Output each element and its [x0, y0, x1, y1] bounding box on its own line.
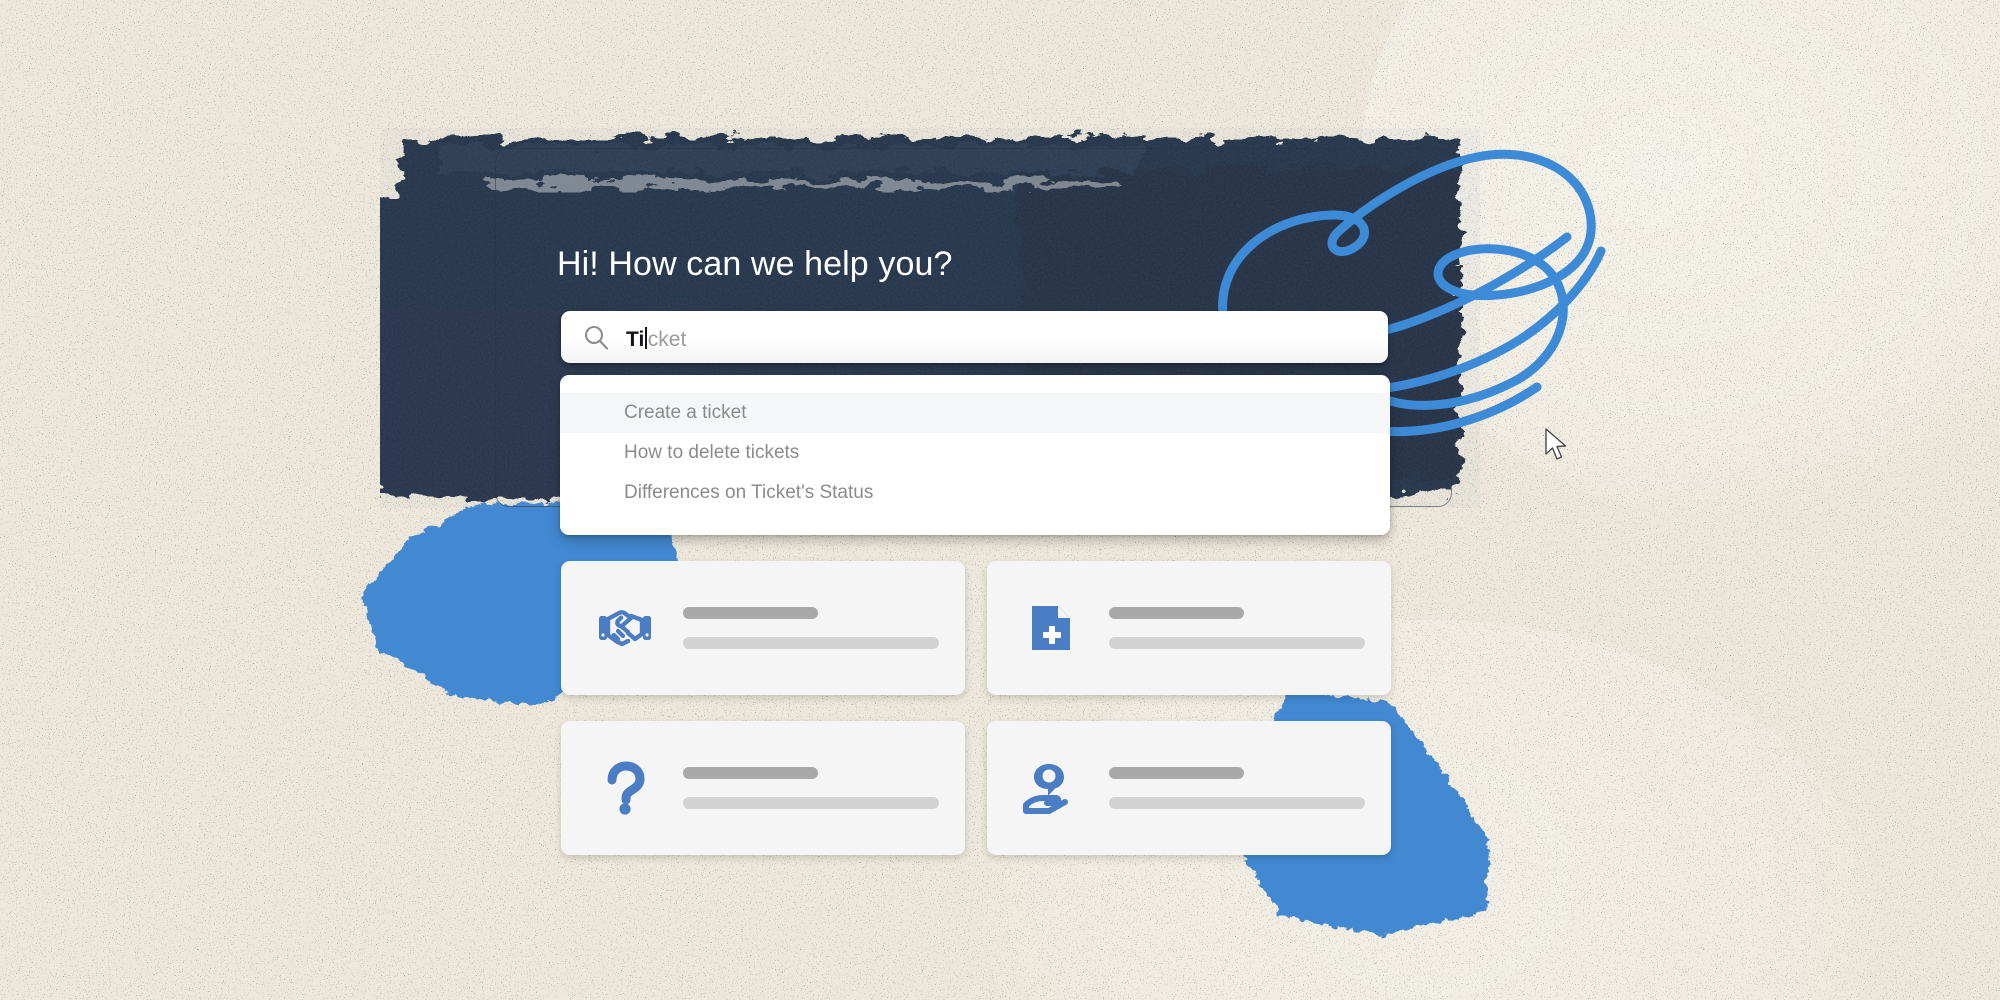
suggestion-item[interactable]: Differences on Ticket's Status [560, 473, 1390, 513]
card-subtitle-placeholder [1109, 797, 1365, 809]
card-placeholder-lines [1109, 607, 1391, 649]
page-root: Hi! How can we help you? Ti cket Create … [0, 0, 2000, 1000]
suggestion-item[interactable]: Create a ticket [560, 393, 1390, 433]
mouse-cursor [1545, 428, 1567, 460]
document-plus-icon [1032, 606, 1070, 650]
card-subtitle-placeholder [683, 797, 939, 809]
card-subtitle-placeholder [1109, 637, 1365, 649]
search-icon [584, 325, 609, 350]
card-title-placeholder [1109, 607, 1244, 619]
quick-link-card-new-document[interactable] [987, 561, 1391, 695]
card-title-placeholder [683, 767, 818, 779]
quick-link-card-handshake[interactable] [561, 561, 965, 695]
suggestion-item[interactable]: How to delete tickets [560, 433, 1390, 473]
card-placeholder-lines [683, 767, 965, 809]
text-caret [645, 327, 647, 349]
search-input[interactable]: Ti cket [561, 311, 1388, 363]
search-typed-text: Ti [626, 328, 645, 351]
card-placeholder-lines [683, 607, 965, 649]
search-value: Ti cket [626, 324, 686, 350]
quick-link-card-faq[interactable] [561, 721, 965, 855]
question-mark-icon [607, 761, 645, 815]
card-title-placeholder [1109, 767, 1244, 779]
quick-links-grid [561, 561, 1391, 855]
search-autocomplete-suffix: cket [647, 328, 687, 351]
suggestion-label: Create a ticket [624, 402, 747, 423]
suggestion-label: Differences on Ticket's Status [624, 482, 874, 503]
card-title-placeholder [683, 607, 818, 619]
page-title: Hi! How can we help you? [557, 245, 953, 283]
card-subtitle-placeholder [683, 637, 939, 649]
suggestion-label: How to delete tickets [624, 442, 800, 463]
handshake-icon [599, 610, 651, 647]
background-blob-top-right [1360, 0, 2000, 520]
search-suggestions-dropdown[interactable]: Create a ticket How to delete tickets Di… [560, 375, 1390, 535]
quick-link-card-support[interactable] [987, 721, 1391, 855]
hand-support-icon [1023, 764, 1068, 814]
card-placeholder-lines [1109, 767, 1391, 809]
